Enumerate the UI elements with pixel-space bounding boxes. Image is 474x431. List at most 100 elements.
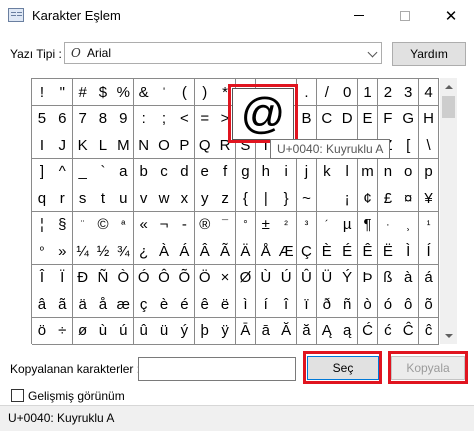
char-cell[interactable]: Õ: [174, 264, 196, 292]
char-cell[interactable]: ì: [235, 291, 257, 318]
char-cell[interactable]: ã: [52, 291, 74, 318]
char-cell[interactable]: h: [255, 158, 277, 186]
char-cell[interactable]: #: [72, 79, 94, 106]
char-cell[interactable]: ï: [296, 291, 318, 318]
char-cell[interactable]: ¤: [398, 185, 420, 212]
char-cell[interactable]: ý: [174, 317, 196, 345]
char-cell[interactable]: û: [133, 317, 155, 345]
char-cell[interactable]: «: [133, 211, 155, 239]
char-cell[interactable]: Á: [174, 238, 196, 265]
char-cell[interactable]: Â: [194, 238, 216, 265]
char-cell[interactable]: ¡: [337, 185, 359, 212]
char-cell[interactable]: <: [174, 105, 196, 133]
char-cell[interactable]: l: [337, 158, 359, 186]
char-cell[interactable]: ¢: [357, 185, 379, 212]
char-cell[interactable]: \: [418, 132, 440, 159]
char-cell[interactable]: Æ: [276, 238, 298, 265]
char-cell[interactable]: ĉ: [418, 317, 440, 345]
char-cell[interactable]: 0: [337, 79, 359, 106]
char-cell[interactable]: æ: [113, 291, 135, 318]
char-cell[interactable]: !: [32, 79, 53, 106]
advanced-view-checkbox[interactable]: [11, 389, 24, 402]
char-cell[interactable]: Å: [255, 238, 277, 265]
char-cell[interactable]: Î: [32, 264, 53, 292]
minimize-button[interactable]: [336, 0, 382, 31]
char-cell[interactable]: É: [337, 238, 359, 265]
char-cell[interactable]: Ă: [276, 317, 298, 345]
char-cell[interactable]: i: [276, 158, 298, 186]
char-cell[interactable]: Ï: [52, 264, 74, 292]
char-cell[interactable]: O: [154, 132, 175, 159]
char-cell[interactable]: ë: [215, 291, 236, 318]
char-cell[interactable]: ´: [316, 211, 338, 239]
char-cell[interactable]: Ë: [377, 238, 399, 265]
char-cell[interactable]: Ì: [398, 238, 420, 265]
char-cell[interactable]: 9: [113, 105, 135, 133]
char-cell[interactable]: ä: [72, 291, 94, 318]
char-cell[interactable]: ": [52, 79, 74, 106]
char-cell[interactable]: I: [32, 132, 53, 159]
char-cell[interactable]: &: [133, 79, 155, 106]
char-cell[interactable]: ß: [377, 264, 399, 292]
char-cell[interactable]: Ð: [72, 264, 94, 292]
char-cell[interactable]: Ĉ: [398, 317, 420, 345]
char-cell[interactable]: _: [72, 158, 94, 186]
char-cell[interactable]: ô: [398, 291, 420, 318]
char-cell[interactable]: ñ: [337, 291, 359, 318]
char-cell[interactable]: -: [174, 211, 196, 239]
char-cell[interactable]: à: [398, 264, 420, 292]
char-cell[interactable]: Ò: [113, 264, 135, 292]
char-cell[interactable]: ¸: [398, 211, 420, 239]
char-cell[interactable]: Û: [296, 264, 318, 292]
font-select[interactable]: O Arial: [64, 42, 382, 64]
char-cell[interactable]: x: [174, 185, 196, 212]
char-cell[interactable]: g: [235, 158, 257, 186]
char-cell[interactable]: ú: [113, 317, 135, 345]
char-cell[interactable]: Ç: [296, 238, 318, 265]
char-cell[interactable]: ²: [276, 211, 298, 239]
char-cell[interactable]: y: [194, 185, 216, 212]
char-cell[interactable]: m: [357, 158, 379, 186]
char-cell[interactable]: µ: [337, 211, 359, 239]
scroll-thumb[interactable]: [442, 96, 455, 118]
char-cell[interactable]: å: [93, 291, 114, 318]
char-cell[interactable]: [316, 185, 338, 212]
char-cell[interactable]: $: [93, 79, 114, 106]
char-cell[interactable]: Ć: [357, 317, 379, 345]
char-cell[interactable]: (: [174, 79, 196, 106]
char-cell[interactable]: Ü: [316, 264, 338, 292]
char-cell[interactable]: 6: [52, 105, 74, 133]
char-cell[interactable]: °: [235, 211, 257, 239]
char-cell[interactable]: »: [52, 238, 74, 265]
char-cell[interactable]: È: [316, 238, 338, 265]
char-cell[interactable]: í: [255, 291, 277, 318]
char-cell[interactable]: ð: [316, 291, 338, 318]
char-cell[interactable]: c: [154, 158, 175, 186]
char-cell[interactable]: C: [316, 105, 338, 133]
char-cell[interactable]: ¼: [72, 238, 94, 265]
char-cell[interactable]: d: [174, 158, 196, 186]
char-cell[interactable]: Ã: [215, 238, 236, 265]
char-cell[interactable]: é: [174, 291, 196, 318]
char-cell[interactable]: î: [276, 291, 298, 318]
char-cell[interactable]: F: [377, 105, 399, 133]
char-cell[interactable]: 2: [377, 79, 399, 106]
char-cell[interactable]: t: [93, 185, 114, 212]
char-cell[interactable]: %: [113, 79, 135, 106]
char-cell[interactable]: L: [93, 132, 114, 159]
char-cell[interactable]: Q: [194, 132, 216, 159]
char-cell[interactable]: ê: [194, 291, 216, 318]
select-button[interactable]: Seç: [307, 356, 379, 380]
char-cell[interactable]: e: [194, 158, 216, 186]
char-cell[interactable]: Ú: [276, 264, 298, 292]
char-cell[interactable]: [: [398, 132, 420, 159]
char-cell[interactable]: ÷: [52, 317, 74, 345]
char-cell[interactable]: M: [113, 132, 135, 159]
char-cell[interactable]: o: [398, 158, 420, 186]
char-cell[interactable]: ¥: [418, 185, 440, 212]
char-cell[interactable]: b: [133, 158, 155, 186]
char-cell[interactable]: r: [52, 185, 74, 212]
char-cell[interactable]: ¬: [154, 211, 175, 239]
char-cell[interactable]: ): [194, 79, 216, 106]
char-cell[interactable]: ;: [154, 105, 175, 133]
